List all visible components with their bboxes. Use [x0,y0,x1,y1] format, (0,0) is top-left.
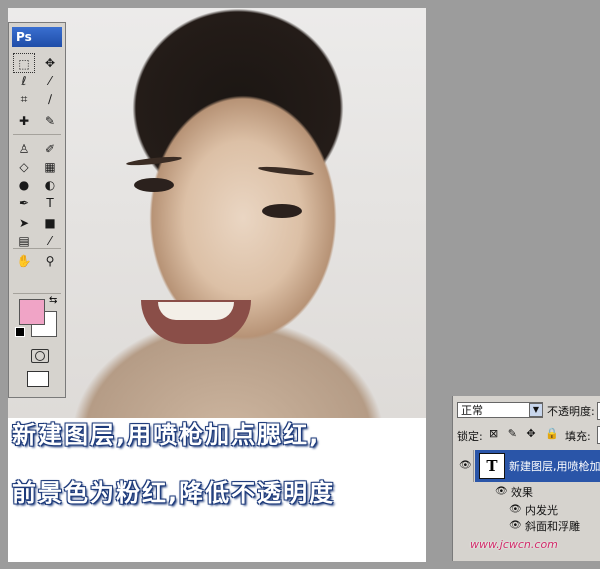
move-tool[interactable]: ✥ [39,53,61,73]
document-canvas[interactable]: 新建图层,用喷枪加点腮红, 前景色为粉红,降低不透明度 [8,8,426,562]
hand-tool[interactable]: ✋ [13,251,35,271]
layer-name: 新建图层,用喷枪加 [509,460,600,473]
eraser-tool[interactable]: ◇ [13,157,35,177]
left-eyebrow [125,155,183,167]
marquee-tool[interactable]: ⬚ [13,53,35,73]
crop-tool[interactable]: ⌗ [13,89,35,109]
type-tool[interactable]: T [39,193,61,213]
chevron-down-icon[interactable]: ▼ [529,403,543,417]
pen-tool[interactable]: ✒ [13,193,35,213]
effect-bevel-emboss[interactable]: 斜面和浮雕 [525,518,580,534]
quick-mask-button[interactable] [31,349,49,363]
watermark-text: www.jcwcn.com [470,538,558,551]
effect-inner-glow[interactable]: 内发光 [525,502,558,518]
history-brush-tool[interactable]: ✐ [39,139,61,159]
lock-icons[interactable]: ⊠ ✎ ✥ 🔒 [489,427,562,440]
rectangle-tool[interactable]: ■ [39,213,61,233]
opacity-label: 不透明度: [547,405,595,418]
foreground-color-swatch[interactable] [19,299,45,325]
lock-label: 锁定: [457,430,483,443]
eye-icon[interactable]: 👁 [509,520,522,531]
default-colors-icon[interactable] [15,327,25,337]
path-selection-tool[interactable]: ➤ [13,213,35,233]
right-eyebrow [257,165,315,177]
quick-mask-icon [35,351,45,361]
layer-visibility-toggle[interactable]: 👁 [455,450,474,482]
eye-icon[interactable]: 👁 [509,504,522,515]
toolbox-panel: Ps ⬚ ✥ ℓ ⁄ ⌗ ∕ ✚ ✎ ♙ ✐ ◇ ▦ ● ◐ ✒ T ➤ ■ ▤ ⁄ ✋ ⚲ ⇆ [8,22,66,398]
teeth [158,302,234,320]
caption-line-1: 新建图层,用喷枪加点腮红, [12,421,321,449]
toolbox-divider [13,134,61,135]
lasso-tool[interactable]: ℓ [13,71,35,91]
type-layer-thumbnail: T [479,453,505,479]
eye-icon[interactable]: 👁 [495,486,508,497]
layer-row-selected[interactable]: T 新建图层,用喷枪加 [475,450,600,482]
right-eye [262,204,302,218]
fill-label: 填充: [565,430,591,443]
magic-wand-tool[interactable]: ⁄ [39,71,61,91]
zoom-tool[interactable]: ⚲ [39,251,61,271]
caption-line-2: 前景色为粉红,降低不透明度 [12,479,336,507]
slice-tool[interactable]: ∕ [39,89,61,109]
screen-mode-button[interactable] [27,371,49,387]
left-eye [134,178,174,192]
brush-tool[interactable]: ✎ [39,111,61,131]
eye-icon: 👁 [459,460,472,471]
blur-tool[interactable]: ● [13,175,35,195]
toolbox-divider [13,293,61,294]
effects-label: 效果 [511,486,533,499]
portrait-photo [8,8,426,418]
swap-colors-icon[interactable]: ⇆ [49,295,57,306]
gradient-tool[interactable]: ▦ [39,157,61,177]
layers-panel: 正常 ▼ 不透明度: 锁定: ⊠ ✎ ✥ 🔒 填充: 👁 T 新建图层,用喷枪加… [452,396,600,561]
photoshop-logo[interactable]: Ps [12,27,62,47]
healing-brush-tool[interactable]: ✚ [13,111,35,131]
toolbox-divider [13,248,61,249]
dodge-tool[interactable]: ◐ [39,175,61,195]
clone-stamp-tool[interactable]: ♙ [13,139,35,159]
